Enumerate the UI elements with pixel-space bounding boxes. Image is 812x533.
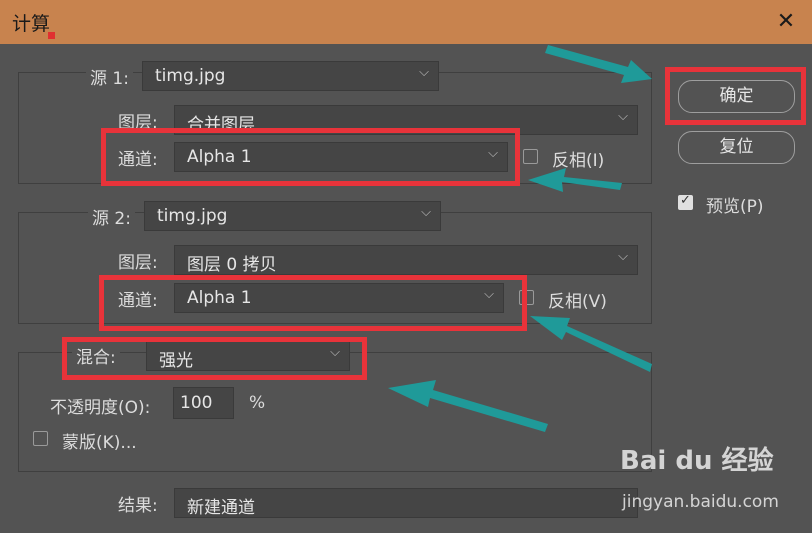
reset-button-label: 复位 <box>719 137 754 157</box>
source2-layer-select[interactable]: 图层 0 拷贝 ⌵ <box>174 245 638 275</box>
title-bar: 计算 ✕ <box>0 0 812 44</box>
watermark-url: jingyan.baidu.com <box>622 492 779 512</box>
source2-file-value: timg.jpg <box>157 206 228 226</box>
blend-mode-select[interactable]: 强光 ⌵ <box>146 341 350 371</box>
preview-label: 预览(P) <box>706 197 764 217</box>
source2-channel-label: 通道: <box>118 291 158 311</box>
dialog-title: 计算 <box>12 13 51 35</box>
reset-button[interactable]: 复位 <box>678 131 795 164</box>
chevron-down-icon: ⌵ <box>488 146 498 161</box>
source1-file-value: timg.jpg <box>155 66 226 86</box>
source1-channel-select[interactable]: Alpha 1 ⌵ <box>174 142 508 172</box>
source1-layer-value: 合并图层 <box>187 115 255 135</box>
baidu-watermark: Bai du 经验 jingyan.baidu.com <box>620 440 810 530</box>
watermark-brand: Bai du 经验 <box>620 446 774 476</box>
source1-invert-checkbox[interactable] <box>523 149 538 164</box>
source2-invert-checkbox[interactable] <box>519 290 534 305</box>
preview-checkbox[interactable]: ✓ <box>678 193 693 210</box>
check-icon: ✓ <box>680 193 691 208</box>
mask-label: 蒙版(K)... <box>62 433 137 453</box>
source2-layer-label: 图层: <box>118 253 158 273</box>
source2-layer-value: 图层 0 拷贝 <box>187 255 277 275</box>
source2-file-select[interactable]: timg.jpg ⌵ <box>144 201 441 231</box>
chevron-down-icon: ⌵ <box>419 65 429 80</box>
source1-channel-value: Alpha 1 <box>187 147 252 167</box>
source1-invert-label: 反相(I) <box>552 151 605 171</box>
source1-layer-label: 图层: <box>118 113 158 133</box>
blend-label: 混合: <box>72 343 120 368</box>
source2-channel-value: Alpha 1 <box>187 288 252 308</box>
chevron-down-icon: ⌵ <box>618 109 628 124</box>
result-select[interactable]: 新建通道 <box>174 488 638 518</box>
result-value: 新建通道 <box>187 498 255 518</box>
ok-button[interactable]: 确定 <box>678 80 795 113</box>
close-icon[interactable]: ✕ <box>772 8 800 36</box>
opacity-value: 100 <box>180 393 213 413</box>
source1-channel-label: 通道: <box>118 150 158 170</box>
source2-invert-label: 反相(V) <box>548 292 607 312</box>
chevron-down-icon: ⌵ <box>484 287 494 302</box>
source1-label: 源 1: <box>86 64 133 89</box>
source2-channel-select[interactable]: Alpha 1 ⌵ <box>174 283 504 313</box>
mask-checkbox[interactable] <box>33 431 48 446</box>
ok-button-label: 确定 <box>719 86 754 106</box>
source2-label: 源 2: <box>88 204 135 229</box>
opacity-input[interactable]: 100 <box>173 387 234 419</box>
chevron-down-icon: ⌵ <box>618 249 628 264</box>
blend-mode-value: 强光 <box>159 351 193 371</box>
source1-layer-select[interactable]: 合并图层 ⌵ <box>174 105 638 135</box>
opacity-label: 不透明度(O): <box>50 398 151 418</box>
chevron-down-icon: ⌵ <box>421 205 431 220</box>
chevron-down-icon: ⌵ <box>330 345 340 360</box>
percent-sign: % <box>249 393 266 413</box>
result-label: 结果: <box>118 496 158 516</box>
source1-file-select[interactable]: timg.jpg ⌵ <box>142 61 439 91</box>
title-marker <box>48 32 55 39</box>
